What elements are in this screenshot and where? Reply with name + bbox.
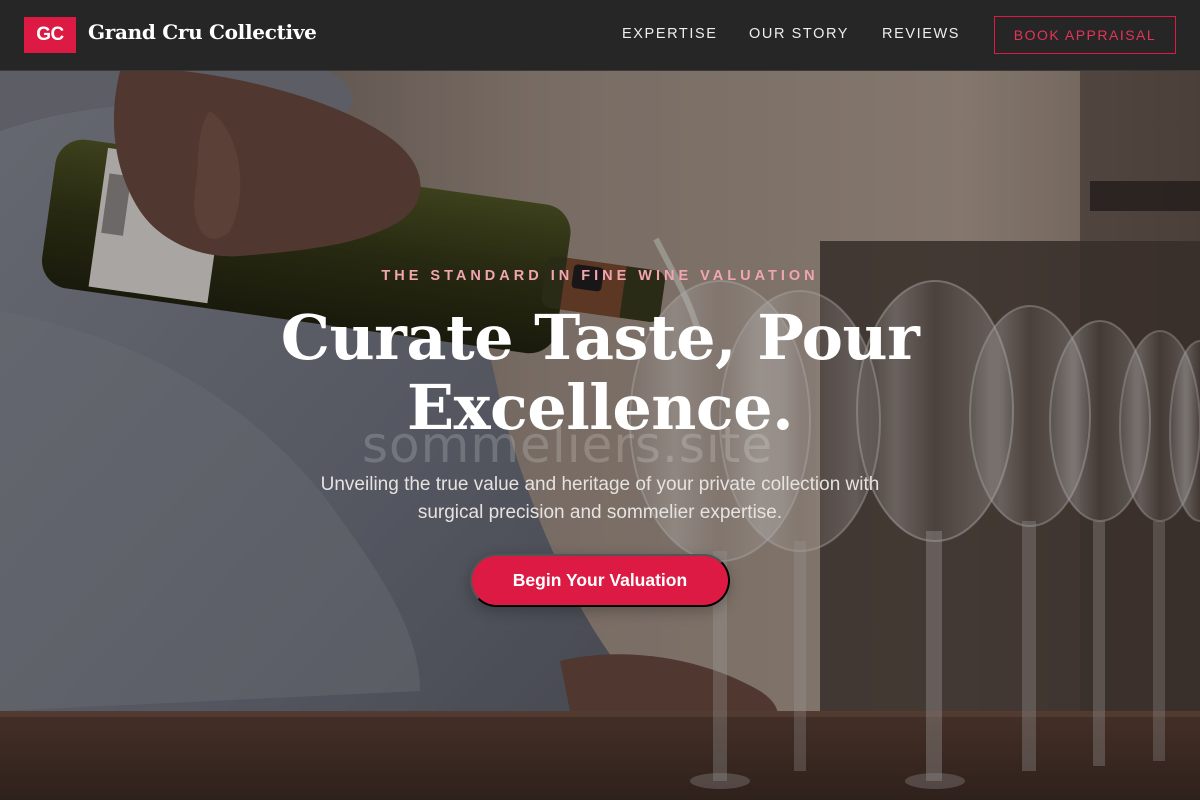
hero-eyebrow: THE STANDARD IN FINE WINE VALUATION	[381, 268, 819, 284]
nav-link-expertise[interactable]: EXPERTISE	[622, 26, 718, 42]
brand-name[interactable]: Grand Cru Collective	[88, 20, 317, 44]
hero-section: sommeliers.site THE STANDARD IN FINE WIN…	[0, 71, 1200, 800]
hero-headline-line2: Excellence.	[406, 371, 794, 444]
logo-badge[interactable]: GC	[24, 17, 76, 53]
hero-subcopy-line1: Unveiling the true value and heritage of…	[320, 474, 880, 495]
begin-valuation-button[interactable]: Begin Your Valuation	[470, 554, 730, 607]
book-appraisal-button[interactable]: BOOK APPRAISAL	[994, 16, 1176, 54]
nav-link-reviews[interactable]: REVIEWS	[882, 26, 960, 42]
hero-subcopy: Unveiling the true value and heritage of…	[0, 471, 1200, 527]
nav-link-our-story[interactable]: OUR STORY	[749, 26, 849, 42]
hero-subcopy-line2: surgical precision and sommelier experti…	[417, 502, 783, 523]
site-header: GC Grand Cru Collective EXPERTISE OUR ST…	[0, 0, 1200, 71]
hero-headline: Curate Taste, Pour Excellence.	[0, 303, 1200, 443]
hero-headline-line1: Curate Taste, Pour	[280, 301, 920, 374]
